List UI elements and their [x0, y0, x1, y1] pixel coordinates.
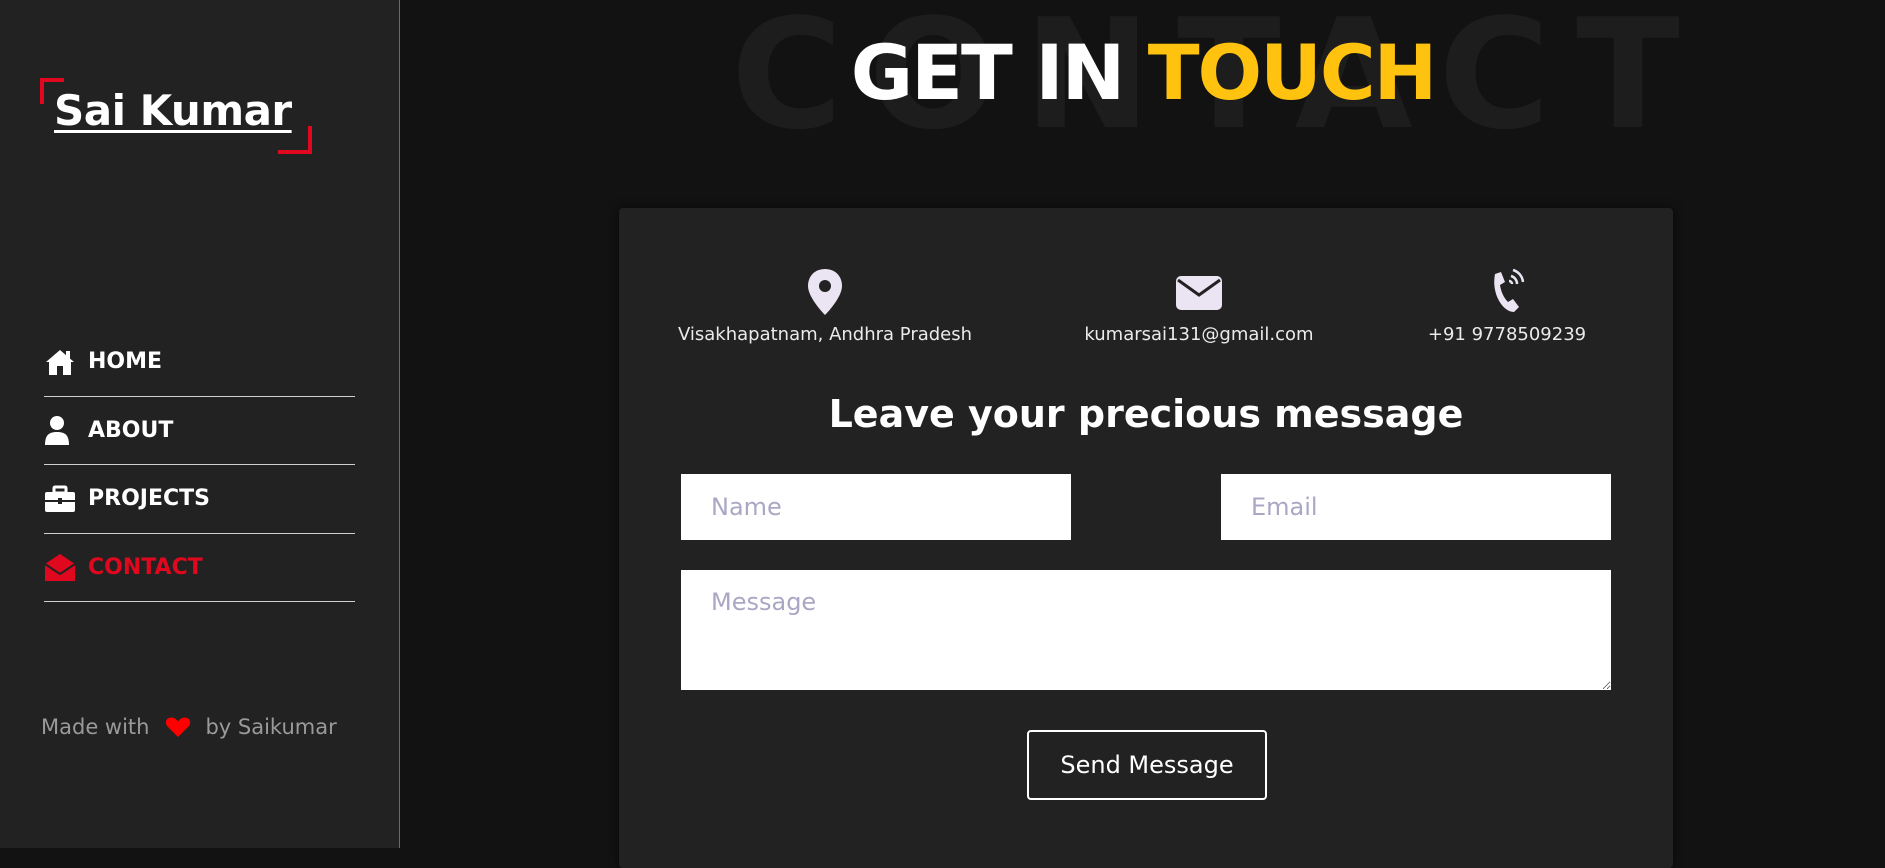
nav-item-projects-label: PROJECTS — [88, 486, 210, 512]
logo[interactable]: Sai Kumar — [40, 78, 312, 154]
map-marker-icon — [808, 269, 842, 315]
send-message-button[interactable]: Send Message — [1027, 730, 1267, 800]
info-phone-text[interactable]: +91 9778509239 — [1407, 324, 1607, 345]
info-phone[interactable]: +91 9778509239 — [1407, 268, 1607, 345]
footer-note: Made with by Saikumar — [41, 715, 337, 739]
nav-item-about[interactable]: ABOUT — [44, 397, 355, 465]
phone-icon — [1494, 268, 1525, 312]
nav-item-about-label: ABOUT — [88, 417, 174, 443]
home-icon — [44, 346, 80, 378]
name-input[interactable] — [681, 474, 1071, 540]
email-input[interactable] — [1221, 474, 1611, 540]
contact-section: CONTACT GET IN TOUCH Visakhapatnam, Andh… — [401, 0, 1885, 868]
nav-item-home-label: HOME — [88, 349, 163, 375]
envelope-icon — [1176, 276, 1222, 310]
nav-item-contact-label: CONTACT — [88, 554, 203, 580]
info-location: Visakhapatnam, Andhra Pradesh — [675, 268, 975, 345]
sidebar-nav: HOME ABOUT PROJECTS CONTACT — [44, 328, 355, 602]
user-icon — [44, 414, 80, 446]
envelope-open-icon — [44, 551, 80, 583]
heart-icon — [165, 716, 191, 738]
nav-item-contact[interactable]: CONTACT — [44, 534, 355, 602]
info-email-text[interactable]: kumarsai131@gmail.com — [1084, 324, 1314, 345]
form-heading: Leave your precious message — [828, 392, 1464, 436]
info-email[interactable]: kumarsai131@gmail.com — [1084, 268, 1314, 345]
info-location-text: Visakhapatnam, Andhra Pradesh — [677, 324, 973, 345]
page-title: GET IN TOUCH — [401, 28, 1885, 117]
footer-prefix: Made with — [41, 715, 150, 739]
nav-item-home[interactable]: HOME — [44, 328, 355, 397]
logo-text[interactable]: Sai Kumar — [54, 86, 292, 135]
briefcase-icon — [44, 483, 80, 515]
footer-suffix: by Saikumar — [205, 715, 337, 739]
message-textarea[interactable] — [681, 570, 1611, 690]
page-title-highlight: TOUCH — [1147, 28, 1438, 117]
sidebar: Sai Kumar HOME ABOUT PROJECTS CONTACT Ma… — [0, 0, 400, 848]
nav-item-projects[interactable]: PROJECTS — [44, 465, 355, 534]
page-title-part1: GET IN — [850, 28, 1125, 117]
contact-card: Visakhapatnam, Andhra Pradesh kumarsai13… — [619, 208, 1673, 868]
